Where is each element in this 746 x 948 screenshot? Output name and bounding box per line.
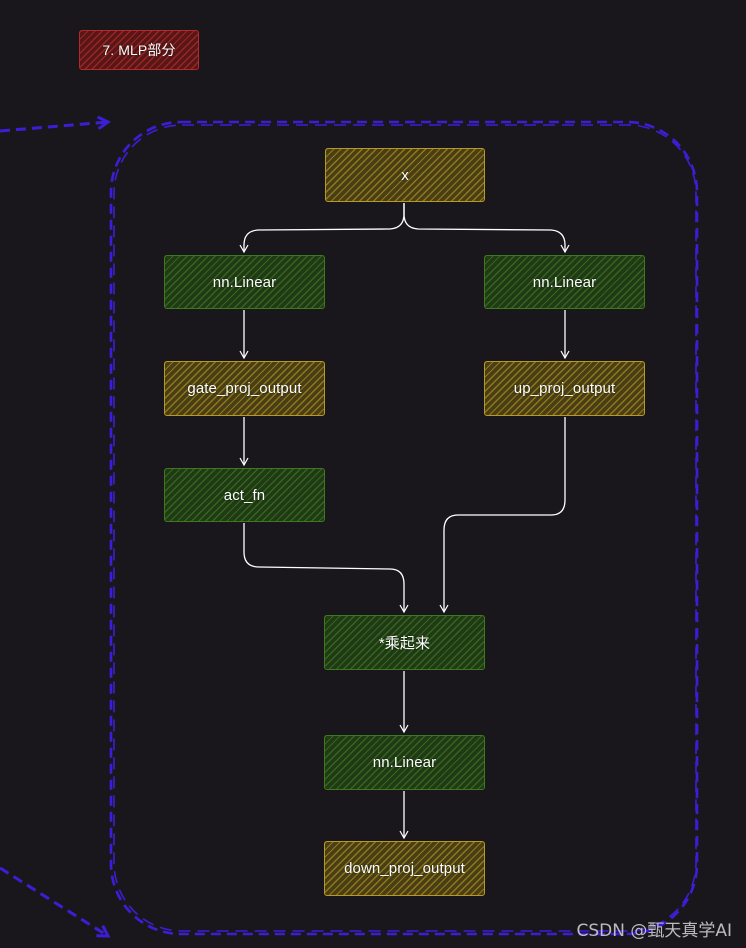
node-linear-up: nn.Linear <box>484 255 645 309</box>
node-linear-gate: nn.Linear <box>164 255 325 309</box>
node-x: x <box>325 148 485 202</box>
section-title-label: 7. MLP部分 <box>79 30 199 70</box>
edge-x-to-linear-gate <box>239 203 405 254</box>
node-linear-gate-label: nn.Linear <box>212 273 277 291</box>
node-up-proj-output-label: up_proj_output <box>513 380 616 397</box>
outgoing-arrow <box>0 866 108 936</box>
incoming-arrow <box>0 122 108 133</box>
edge-act-to-multiply <box>243 523 409 614</box>
node-act-fn: act_fn <box>164 468 325 522</box>
section-title-text: 7. MLP部分 <box>102 42 176 58</box>
watermark-text: CSDN @甄天真学AI <box>576 921 732 941</box>
node-gate-proj-output: gate_proj_output <box>164 361 325 416</box>
node-down-proj-output-label: down_proj_output <box>344 860 465 877</box>
node-linear-down-label: nn.Linear <box>372 754 437 771</box>
node-linear-up-label: nn.Linear <box>532 273 597 291</box>
edge-up-output-to-multiply <box>439 417 566 614</box>
diagram-canvas <box>0 0 699 948</box>
node-linear-down: nn.Linear <box>324 735 485 790</box>
node-x-label: x <box>401 166 409 184</box>
node-multiply: *乘起来 <box>324 615 485 670</box>
edge-x-to-linear-up <box>403 203 570 254</box>
node-gate-proj-output-label: gate_proj_output <box>187 380 302 397</box>
node-up-proj-output: up_proj_output <box>484 361 645 416</box>
node-act-fn-label: act_fn <box>223 486 266 504</box>
node-down-proj-output: down_proj_output <box>324 841 485 896</box>
node-multiply-label: *乘起来 <box>378 635 431 652</box>
